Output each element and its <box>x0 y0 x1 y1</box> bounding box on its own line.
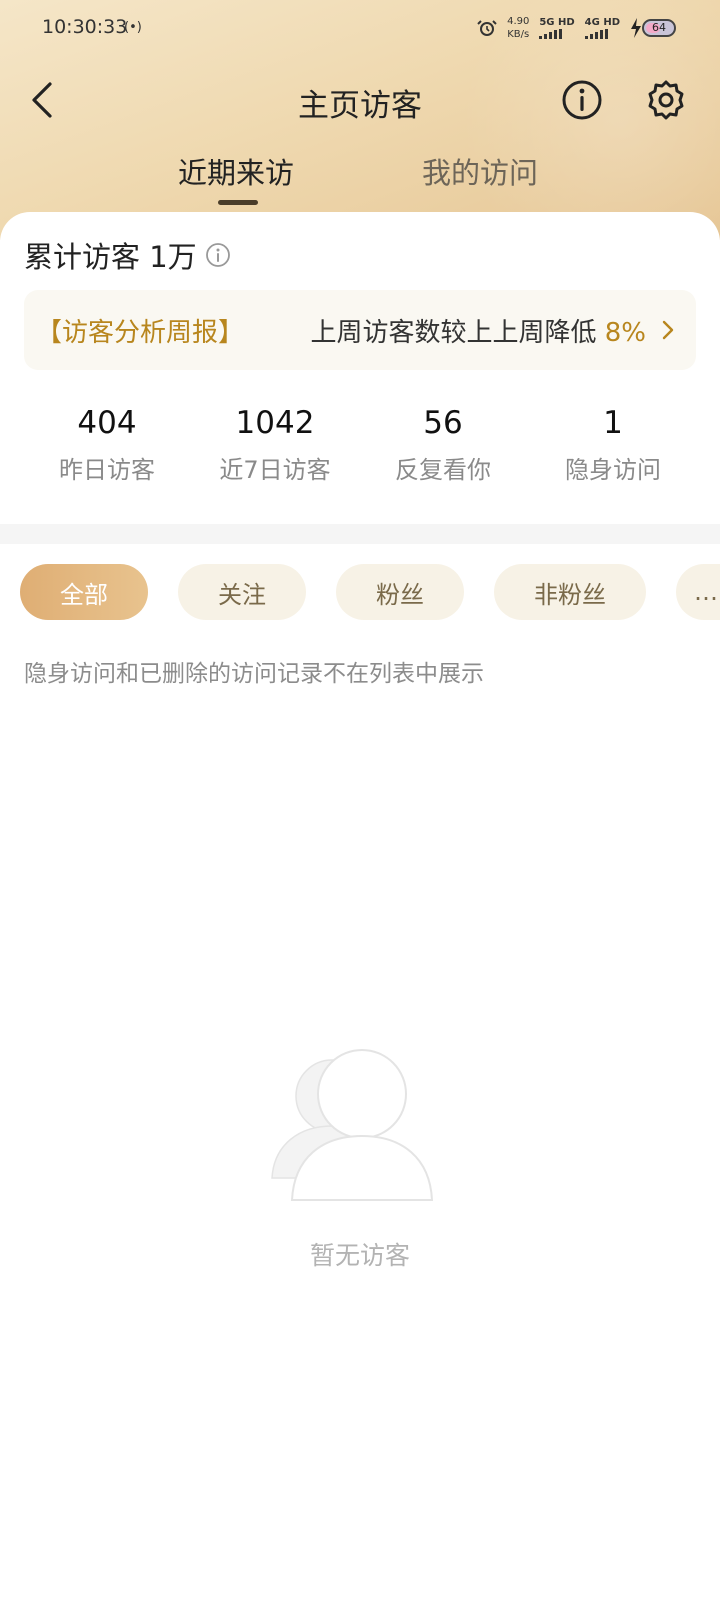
stat-value: 1042 <box>235 405 315 441</box>
alarm-icon <box>477 20 497 36</box>
tab-recent-visits[interactable]: 近期来访 <box>178 150 294 192</box>
content-card: 累计访客 1万 【访客分析周报】 上周访客数较上上周降低 8% 404 昨日访客… <box>0 212 720 1612</box>
hotspot-indicator: (•) <box>124 20 142 35</box>
filter-all[interactable]: 全部 <box>20 564 148 620</box>
total-visitors-label: 累计访客 1万 <box>24 240 197 274</box>
stat-label: 近7日访客 <box>219 456 331 484</box>
report-description: 上周访客数较上上周降低 8% <box>310 312 646 349</box>
chevron-right-icon <box>662 320 674 340</box>
filter-non-fans[interactable]: 非粉丝 <box>494 564 646 620</box>
signal-bars-icon <box>584 29 620 39</box>
stat-last-7-days[interactable]: 1042 近7日访客 <box>190 402 360 485</box>
status-bar: 10:30:33 (•) 4.90 KB/s 5G HD 4G HD 64 <box>0 0 720 56</box>
report-percent: 8% <box>604 318 646 348</box>
battery-level: 64 <box>652 21 666 34</box>
empty-state-text: 暂无访客 <box>309 1241 410 1270</box>
tab-indicator <box>218 200 258 205</box>
charging-icon <box>631 18 641 38</box>
stat-yesterday[interactable]: 404 昨日访客 <box>22 402 192 485</box>
stat-label: 昨日访客 <box>59 456 155 484</box>
filter-more[interactable]: … <box>676 564 720 620</box>
user-placeholder-icon <box>271 1049 434 1201</box>
status-time: 10:30:33 <box>42 16 128 38</box>
report-desc-text: 上周访客数较上上周降低 <box>310 318 597 348</box>
gear-icon <box>648 80 684 120</box>
stat-hidden-visits[interactable]: 1 隐身访问 <box>528 402 698 485</box>
network-speed: 4.90 KB/s <box>507 15 529 41</box>
network-4g: 4G HD <box>584 17 620 39</box>
stat-value: 1 <box>603 405 623 441</box>
settings-button[interactable] <box>644 78 688 122</box>
signal-bars-icon <box>539 29 574 39</box>
filter-fans[interactable]: 粉丝 <box>336 564 464 620</box>
info-icon[interactable] <box>205 242 231 268</box>
section-divider <box>0 524 720 544</box>
filter-chips: 全部 关注 粉丝 非粉丝 … <box>0 564 720 620</box>
back-button[interactable] <box>22 76 62 124</box>
filter-following[interactable]: 关注 <box>178 564 306 620</box>
stat-repeat-viewers[interactable]: 56 反复看你 <box>358 402 528 485</box>
chevron-left-icon <box>32 82 52 118</box>
stat-value: 404 <box>77 405 137 441</box>
report-tag: 【访客分析周报】 <box>36 318 245 348</box>
stat-label: 隐身访问 <box>565 456 661 484</box>
info-icon <box>562 80 602 120</box>
stat-value: 56 <box>423 405 463 441</box>
status-right-group: 4.90 KB/s 5G HD 4G HD 64 <box>477 12 676 44</box>
speed-value: 4.90 <box>507 16 530 27</box>
battery-icon: 64 <box>642 19 676 37</box>
network-5g: 5G HD <box>539 17 575 39</box>
stat-label: 反复看你 <box>395 456 491 484</box>
privacy-notice: 隐身访问和已删除的访问记录不在列表中展示 <box>24 661 484 687</box>
net1-label: 5G HD <box>539 17 575 28</box>
weekly-report-banner[interactable]: 【访客分析周报】 上周访客数较上上周降低 8% <box>24 290 696 370</box>
info-button[interactable] <box>560 78 604 122</box>
speed-unit: KB/s <box>507 29 530 40</box>
stats-row: 404 昨日访客 1042 近7日访客 56 反复看你 1 隐身访问 <box>0 402 720 512</box>
battery-indicator: 64 <box>630 18 676 38</box>
tab-my-visits[interactable]: 我的访问 <box>422 150 538 192</box>
total-visitors-row: 累计访客 1万 <box>24 234 231 276</box>
net2-label: 4G HD <box>584 17 620 28</box>
